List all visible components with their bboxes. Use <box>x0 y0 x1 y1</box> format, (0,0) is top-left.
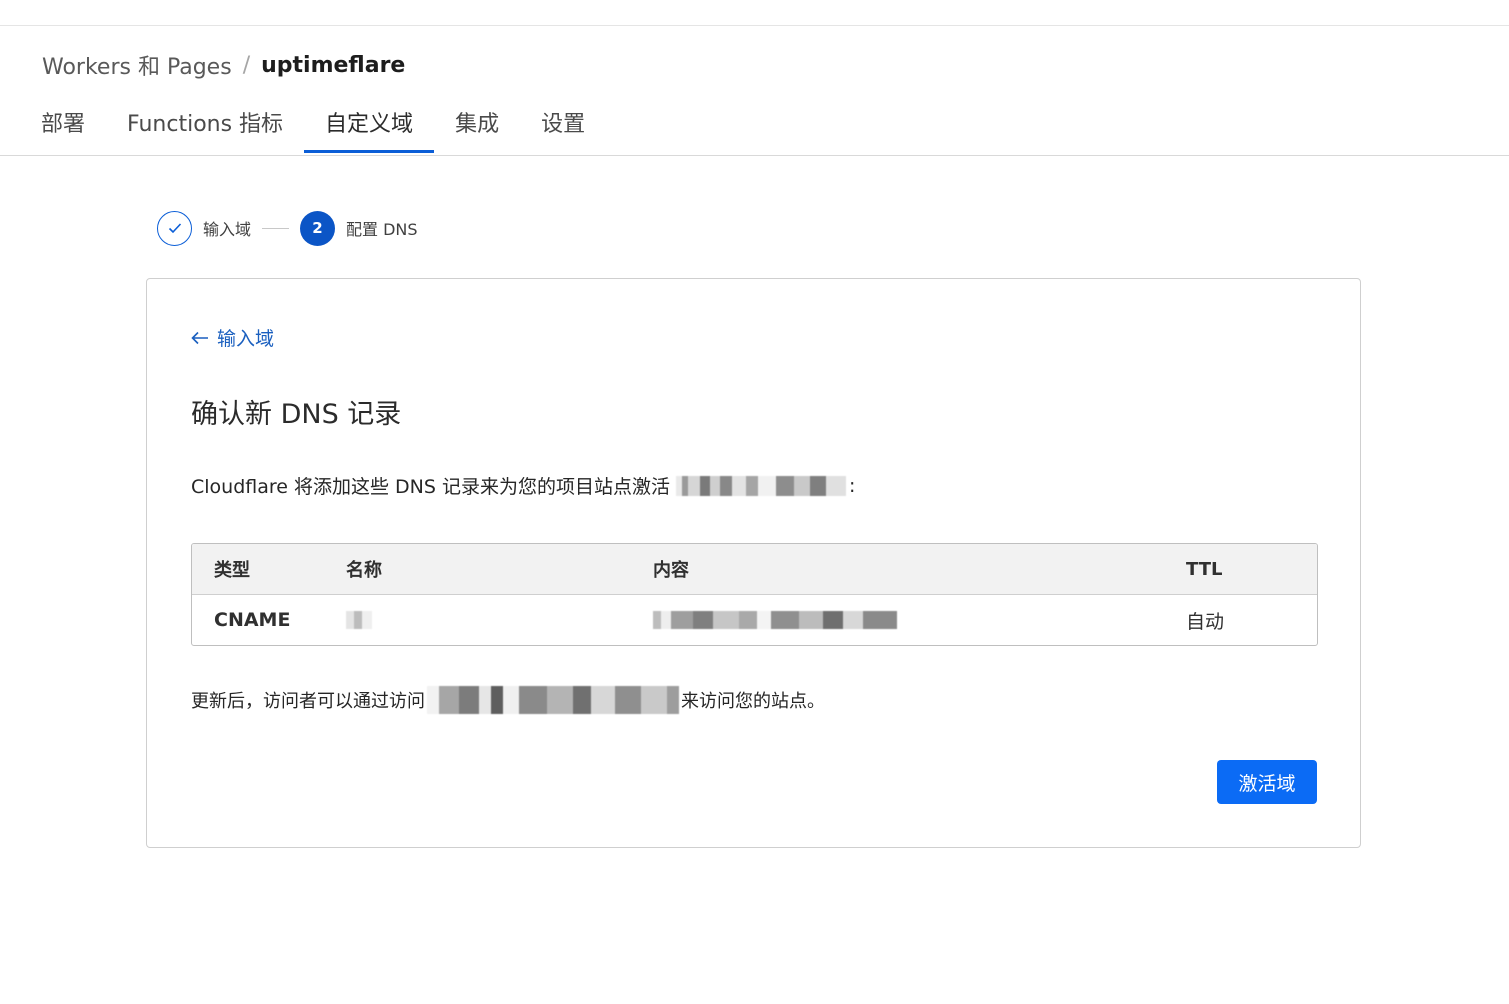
header-type: 类型 <box>214 560 250 581</box>
breadcrumb-separator: / <box>242 52 251 78</box>
tab-divider <box>0 155 1509 156</box>
note-suffix: 来访问您的站点。 <box>681 691 825 712</box>
confirm-dns-card: 输入域 确认新 DNS 记录 Cloudflare 将添加这些 DNS 记录来为… <box>146 278 1361 848</box>
activate-domain-button[interactable]: 激活域 <box>1217 760 1317 804</box>
step-connector <box>262 227 290 229</box>
card-description: Cloudflare 将添加这些 DNS 记录来为您的项目站点激活 : <box>191 472 855 499</box>
dns-records-table: 类型 名称 内容 TTL CNAME 自动 <box>191 543 1318 646</box>
tab-functions-metrics[interactable]: Functions 指标 <box>106 92 304 152</box>
step-1-label: 输入域 <box>203 220 252 239</box>
check-icon <box>168 223 181 234</box>
redacted-record-name <box>346 611 372 629</box>
header-ttl: TTL <box>1186 558 1223 580</box>
post-update-note: 更新后，访问者可以通过访问 来访问您的站点。 <box>191 686 825 714</box>
card-title: 确认新 DNS 记录 <box>191 399 402 430</box>
breadcrumb-current: uptimeflare <box>261 52 406 78</box>
breadcrumb: Workers 和 Pages / uptimeflare <box>42 48 405 82</box>
header-name: 名称 <box>346 560 382 581</box>
redacted-site-domain <box>427 686 679 714</box>
record-ttl: 自动 <box>1186 610 1225 633</box>
redacted-domain <box>676 475 846 496</box>
tab-integrations[interactable]: 集成 <box>434 92 520 152</box>
back-to-enter-domain-link[interactable]: 输入域 <box>191 324 274 351</box>
tab-settings[interactable]: 设置 <box>520 92 606 152</box>
note-prefix: 更新后，访问者可以通过访问 <box>191 691 425 712</box>
tab-deployments[interactable]: 部署 <box>20 92 106 152</box>
tab-custom-domains[interactable]: 自定义域 <box>304 92 435 153</box>
header-content: 内容 <box>653 560 689 581</box>
redacted-record-content <box>653 611 897 629</box>
table-header: 类型 名称 内容 TTL <box>192 544 1317 595</box>
top-divider <box>0 25 1509 26</box>
step-2-indicator: 2 <box>300 210 336 246</box>
step-2-label: 配置 DNS <box>346 220 418 239</box>
breadcrumb-parent[interactable]: Workers 和 Pages <box>42 49 232 81</box>
stepper: 输入域 2 配置 DNS <box>157 210 418 246</box>
description-suffix: : <box>849 474 856 497</box>
back-link-label: 输入域 <box>217 328 275 350</box>
record-type: CNAME <box>214 609 291 631</box>
arrow-left-icon <box>191 331 208 344</box>
table-row: CNAME 自动 <box>192 595 1317 645</box>
step-1-indicator <box>157 210 192 246</box>
tab-bar: 部署 Functions 指标 自定义域 集成 设置 <box>20 96 601 156</box>
description-text: Cloudflare 将添加这些 DNS 记录来为您的项目站点激活 <box>191 476 670 498</box>
